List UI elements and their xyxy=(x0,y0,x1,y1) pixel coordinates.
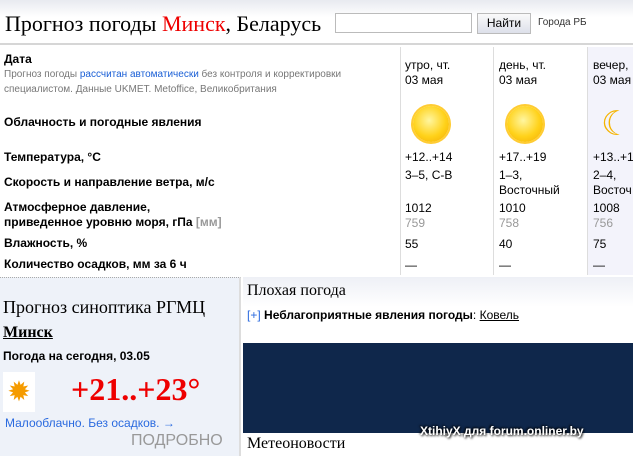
today-label: Погода на сегодня, 03.05 xyxy=(3,349,150,363)
moon-icon: ☾ xyxy=(601,105,632,143)
column-date: 03 мая xyxy=(593,73,632,87)
meteonews-title: Метеоновости xyxy=(247,435,346,452)
column-humidity: 55 xyxy=(405,237,419,251)
wind-label: Скорость и направление ветра, м/с xyxy=(4,175,215,189)
column-period: день, чт. xyxy=(499,58,546,72)
pressure-label-2: приведенное уровню моря, гПа [мм] xyxy=(4,215,222,229)
note-prefix: Прогноз погоды xyxy=(4,69,80,80)
column-wind-dir: Восточный xyxy=(499,183,560,197)
column-period: вечер, xyxy=(593,58,629,72)
temp-label: Температура, °C xyxy=(4,150,101,164)
pressure-unit: [мм] xyxy=(195,215,222,229)
cloud-label: Облачность и погодные явления xyxy=(4,115,202,129)
column-humidity: 75 xyxy=(593,237,607,251)
column-date: 03 мая xyxy=(405,73,444,87)
pressure-label-text: приведенное уровню моря, гПа xyxy=(4,215,193,229)
column-temp: +12..+14 xyxy=(405,150,453,164)
date-label: Дата xyxy=(4,52,32,66)
bad-weather-row: [+] Неблагоприятные явления погоды: Кове… xyxy=(247,308,519,322)
column-date: 03 мая xyxy=(499,73,538,87)
search-input[interactable] xyxy=(335,13,472,33)
column-wind: 2–4, xyxy=(593,168,617,182)
title-city: Минск xyxy=(161,11,226,36)
colon: : xyxy=(472,308,477,322)
column-wind: 1–3, xyxy=(499,168,523,182)
column-period: утро, чт. xyxy=(405,58,451,72)
column-pressure-hpa: 1010 xyxy=(499,201,526,215)
synoptic-city-link[interactable]: Минск xyxy=(3,324,53,342)
column-humidity: 40 xyxy=(499,237,513,251)
page-title: Прогноз погоды Минск, Беларусь xyxy=(5,11,321,37)
search-button[interactable]: Найти xyxy=(477,13,531,34)
column-wind: 3–5, С-В xyxy=(405,168,453,182)
column-temp: +13..+1 xyxy=(593,150,633,164)
pressure-label: Атмосферное давление, xyxy=(4,200,151,214)
column-pressure-hpa: 1012 xyxy=(405,201,432,215)
column-precip: — xyxy=(405,258,417,272)
forecast-note: Прогноз погоды рассчитан автоматически б… xyxy=(4,67,399,97)
auto-calc-link[interactable]: рассчитан автоматически xyxy=(80,69,199,80)
divider xyxy=(493,47,494,275)
banner-area xyxy=(243,343,633,433)
humidity-label: Влажность, % xyxy=(4,236,88,250)
sun-icon xyxy=(507,106,543,142)
precip-label: Количество осадков, мм за 6 ч xyxy=(4,257,187,271)
cities-link[interactable]: Города РБ xyxy=(538,17,587,28)
synoptic-title: Прогноз синоптика РГМЦ xyxy=(3,297,206,317)
column-precip: — xyxy=(593,258,605,272)
synoptic-temp: +21..+23° xyxy=(71,371,201,407)
column-wind-dir: Восточ xyxy=(593,183,632,197)
column-pressure-mm: 759 xyxy=(405,216,426,230)
column-temp: +17..+19 xyxy=(499,150,547,164)
sun-icon xyxy=(413,106,449,142)
column-precip: — xyxy=(499,258,511,272)
bad-weather-title: Плохая погода xyxy=(247,282,346,299)
divider xyxy=(400,47,401,275)
bad-weather-label: Неблагоприятные явления погоды xyxy=(264,308,473,322)
synoptic-desc-link[interactable]: Малооблачно. Без осадков. → xyxy=(5,416,175,430)
sun-icon: ✹ xyxy=(3,372,35,412)
divider xyxy=(587,47,588,275)
synoptic-panel: Прогноз синоптика РГМЦ Минск Погода на с… xyxy=(0,277,241,456)
more-link[interactable]: ПОДРОБНО xyxy=(131,432,223,450)
watermark: XtihiyX для forum.onliner.by xyxy=(420,424,584,438)
column-pressure-mm: 758 xyxy=(499,216,520,230)
title-suffix: , Беларусь xyxy=(225,11,322,36)
kovel-link[interactable]: Ковель xyxy=(480,308,519,322)
expand-toggle[interactable]: [+] xyxy=(247,308,261,322)
column-pressure-mm: 756 xyxy=(593,216,614,230)
column-pressure-hpa: 1008 xyxy=(593,201,620,215)
title-prefix: Прогноз погоды xyxy=(5,11,162,36)
